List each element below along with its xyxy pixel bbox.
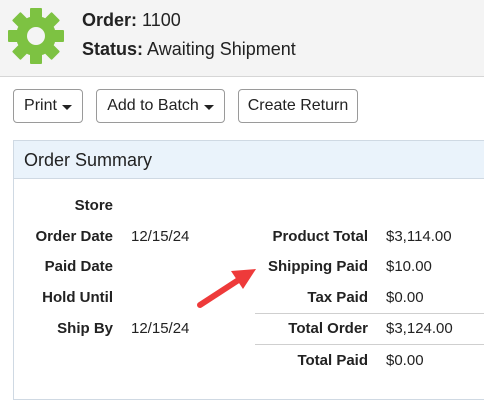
total-paid-value: $0.00 [386,352,424,369]
order-number: Order: 1100 [82,10,181,31]
status-value: Awaiting Shipment [147,39,296,59]
order-date-label: Order Date [35,228,113,245]
add-to-batch-label: Add to Batch [107,97,199,114]
divider [255,313,484,314]
status-label: Status: [82,39,144,59]
order-date-value: 12/15/24 [131,228,190,245]
shipping-paid-label: Shipping Paid [268,258,368,275]
total-order-label: Total Order [288,320,368,337]
shipping-paid-value: $10.00 [386,258,432,275]
chevron-down-icon [203,104,214,110]
tax-paid-value: $0.00 [386,289,424,306]
order-header: Order: 1100 Status: Awaiting Shipment [0,0,484,77]
total-order-value: $3,124.00 [386,320,453,337]
order-label: Order: [82,10,138,30]
order-summary-header: Order Summary [14,141,484,179]
print-button-label: Print [24,97,57,114]
ship-by-label: Ship By [57,320,113,337]
product-total-label: Product Total [272,228,368,245]
product-total-value: $3,114.00 [386,228,452,245]
ship-by-value: 12/15/24 [131,320,190,337]
add-to-batch-button[interactable]: Add to Batch [96,89,225,123]
hold-until-label: Hold Until [42,289,113,306]
order-summary-title: Order Summary [24,150,153,170]
create-return-button[interactable]: Create Return [238,89,358,123]
order-status: Status: Awaiting Shipment [82,39,296,60]
create-return-label: Create Return [247,97,349,114]
order-value: 1100 [142,10,181,30]
divider [255,344,484,345]
chevron-down-icon [61,104,72,110]
print-button[interactable]: Print [13,89,83,123]
paid-date-label: Paid Date [44,258,113,275]
red-arrow-icon [197,269,256,308]
store-label: Store [74,197,113,214]
total-paid-label: Total Paid [297,352,368,369]
gear-icon [8,8,64,64]
tax-paid-label: Tax Paid [307,289,368,306]
